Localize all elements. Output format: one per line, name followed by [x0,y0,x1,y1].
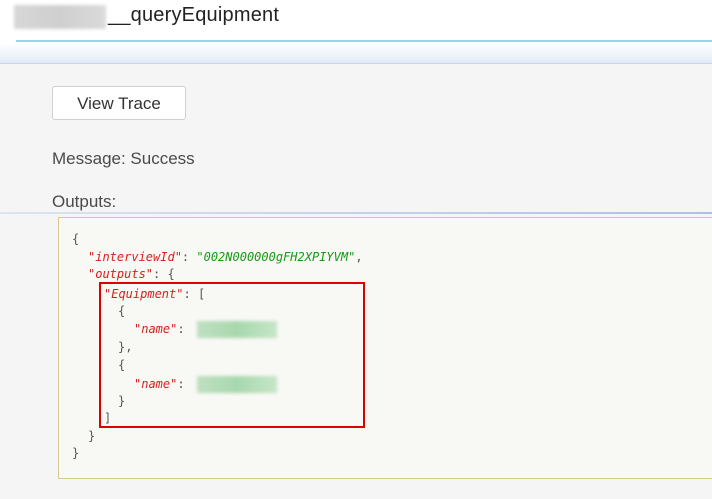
redacted-flow-name [14,5,106,29]
outputs-label: Outputs: [52,192,117,211]
page-title: __queryEquipment [108,4,280,26]
json-line-outputs-close: } [88,429,95,443]
close-brace: } [72,446,80,460]
view-trace-button[interactable]: View Trace [52,86,186,120]
json-line-interview: "interviewId": "002N000000gFH2XPIYVM", [88,250,363,264]
colon: : [181,250,197,264]
header-accent-line [16,40,712,42]
json-line-close: } [72,446,79,460]
header-band [0,43,712,64]
colon: : [153,267,168,281]
interview-key: "interviewId" [88,250,182,264]
highlight-box [99,282,365,428]
interview-value: "002N000000gFH2XPIYVM" [196,250,356,264]
status-message: Message: Success [52,149,195,168]
comma: , [355,250,363,264]
open-brace: { [72,232,80,246]
outputs-close-brace: } [88,429,96,443]
json-line-outputs: "outputs": { [88,267,175,281]
outputs-open-brace: { [167,267,175,281]
page-header: __queryEquipment [0,0,712,42]
section-separator [0,212,712,214]
json-line-open: { [72,232,79,246]
outputs-key: "outputs" [88,267,154,281]
